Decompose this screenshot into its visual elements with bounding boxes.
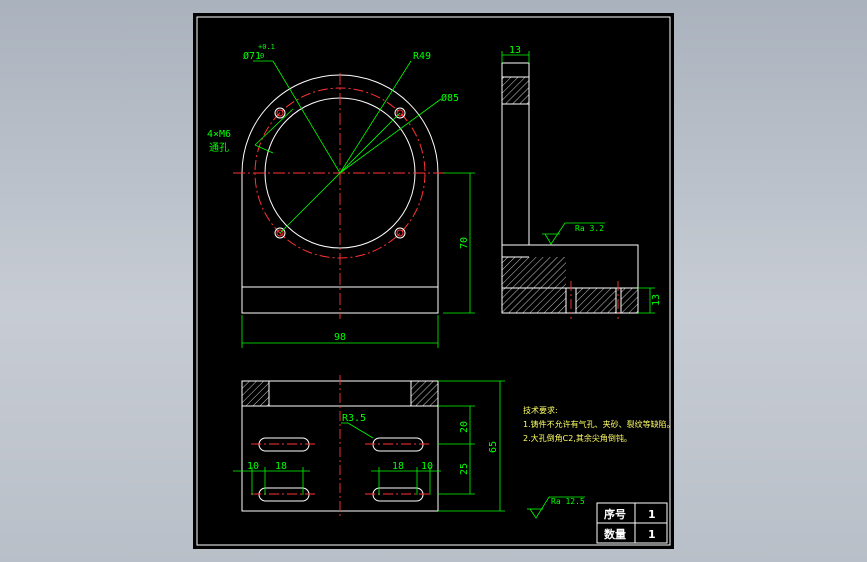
dim-65: 65 bbox=[488, 441, 499, 453]
dim-10-left: 10 bbox=[247, 461, 259, 472]
slot-upper-right bbox=[372, 437, 424, 452]
cad-drawing: Ø71 +0.1 0 R49 Ø85 4×M6 通孔 98 70 13 13 R… bbox=[196, 16, 674, 546]
dim-diameter-85: Ø85 bbox=[441, 92, 459, 104]
hatch-lower-section bbox=[502, 257, 566, 313]
dim-slot-radius: R3.5 bbox=[342, 413, 366, 424]
front-view: Ø71 +0.1 0 R49 Ø85 4×M6 通孔 98 70 bbox=[207, 43, 475, 348]
dim-radius-49: R49 bbox=[413, 51, 431, 62]
side-view: 13 13 Ra 3.2 bbox=[501, 45, 662, 319]
tech-notes-line2: 2.大孔倒角C2,其余尖角倒钝。 bbox=[523, 433, 632, 443]
slot-upper-left bbox=[258, 437, 310, 452]
slot-lower-left bbox=[258, 487, 310, 502]
dim-height-70: 70 bbox=[459, 237, 470, 249]
drawing-frame bbox=[196, 16, 671, 546]
dim-width-98: 98 bbox=[334, 332, 346, 343]
roughness-local-text: Ra 3.2 bbox=[575, 224, 604, 233]
roughness-general-text: Ra 12.5 bbox=[551, 497, 585, 506]
title-block-qty-value: 1 bbox=[648, 528, 656, 541]
hatch-end-section bbox=[621, 288, 638, 313]
technical-notes: 技术要求: 1.铸件不允许有气孔、夹砂、裂纹等缺陷。 2.大孔倒角C2,其余尖角… bbox=[523, 405, 674, 443]
dim-18-left: 18 bbox=[275, 461, 287, 472]
dim-holes-qty: 4×M6 bbox=[207, 129, 231, 140]
dim-20: 20 bbox=[459, 421, 470, 433]
dim-bore-tol-upper: +0.1 bbox=[258, 43, 275, 51]
top-view: R3.5 10 18 18 10 20 25 65 bbox=[233, 375, 505, 517]
title-block-seq-label: 序号 bbox=[604, 507, 626, 521]
dim-thickness-side: 13 bbox=[651, 294, 662, 306]
dim-18-right: 18 bbox=[392, 461, 404, 472]
title-block-seq-value: 1 bbox=[648, 508, 656, 521]
front-dimension-lines bbox=[241, 60, 475, 348]
dim-bore-diameter: Ø71 bbox=[243, 50, 261, 62]
hatch-top-left bbox=[241, 380, 270, 407]
top-centerlines bbox=[251, 375, 431, 517]
dim-10-right: 10 bbox=[421, 461, 433, 472]
title-block-qty-label: 数量 bbox=[604, 527, 626, 541]
hatch-top-right bbox=[410, 380, 439, 407]
drawing-sheet: Ø71 +0.1 0 R49 Ø85 4×M6 通孔 98 70 13 13 R… bbox=[193, 13, 674, 549]
tech-notes-line1: 1.铸件不允许有气孔、夹砂、裂纹等缺陷。 bbox=[523, 419, 674, 429]
dim-25: 25 bbox=[459, 463, 470, 475]
tech-notes-title: 技术要求: bbox=[523, 405, 558, 415]
slot-lower-right bbox=[372, 487, 424, 502]
dim-bore-tol-lower: 0 bbox=[260, 52, 264, 60]
top-dimension-lines bbox=[233, 380, 505, 512]
dim-holes-type: 通孔 bbox=[209, 142, 229, 154]
dim-thickness-top: 13 bbox=[509, 45, 521, 56]
hatch-top-section bbox=[501, 76, 530, 105]
hatch-mid-section bbox=[576, 288, 616, 313]
